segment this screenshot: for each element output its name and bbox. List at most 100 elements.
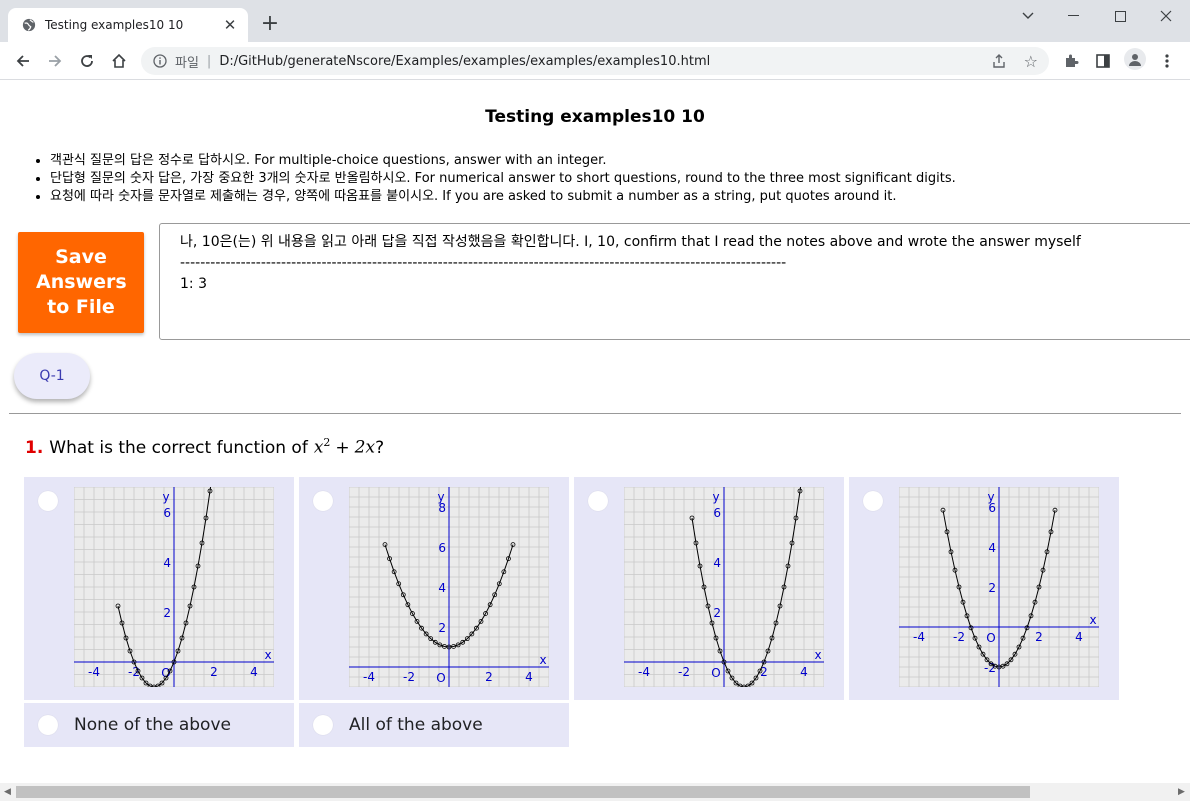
option-radio[interactable] (863, 491, 883, 511)
instruction-item: 객관식 질문의 답은 정수로 답하시오. For multiple-choice… (50, 152, 956, 170)
divider (9, 413, 1181, 414)
math-operator: + (335, 437, 350, 458)
y-tick-label: 6 (713, 506, 721, 520)
scroll-right-icon[interactable]: ▶ (1178, 787, 1185, 797)
option-radio[interactable] (313, 715, 333, 735)
maximize-icon[interactable] (1097, 0, 1143, 32)
option-label: None of the above (74, 715, 231, 735)
x-tick-label: -4 (363, 670, 375, 684)
option-all-of-the-above[interactable]: All of the above (299, 703, 569, 747)
y-tick-label: 6 (163, 506, 171, 520)
answer-line: 나, 10은(는) 위 내용을 읽고 아래 답을 직접 작성했음을 확인합니다.… (180, 234, 1081, 250)
graph-option-1: -4 -2 2 4246xyO (74, 487, 274, 687)
close-icon[interactable]: ✕ (222, 16, 238, 34)
option-radio[interactable] (313, 491, 333, 511)
option-radio[interactable] (38, 715, 58, 735)
origin-label: O (711, 666, 720, 680)
y-tick-label: 2 (438, 621, 446, 635)
sidepanel-icon[interactable] (1089, 48, 1117, 74)
url-text[interactable]: D:/GitHub/generateNscore/Examples/exampl… (219, 54, 710, 69)
forward-icon[interactable] (41, 48, 69, 74)
option-card-2[interactable]: -4 -2 2 4 2 4 6 8 x y O (299, 477, 569, 700)
kebab-menu-icon[interactable] (1153, 48, 1181, 74)
option-none-of-the-above[interactable]: None of the above (24, 703, 294, 747)
tab-title: Testing examples10 10 (45, 18, 184, 32)
option-card-1[interactable]: -4 -2 2 4 2 4 6 x y O (24, 477, 294, 700)
scrollbar-thumb[interactable] (16, 786, 1030, 798)
math-base: x (313, 437, 324, 458)
star-icon[interactable]: ☆ (1024, 52, 1038, 71)
answer-line: 1: 3 (180, 276, 207, 292)
question-math: x2 +2x (314, 436, 375, 458)
option-card-3[interactable]: -4 -2 2 4 2 4 6 x y O (574, 477, 844, 700)
page-content: Testing examples10 10 객관식 질문의 답은 정수로 답하시… (0, 81, 1190, 783)
graph-option-2: -4 -2 2 42468xyO (349, 487, 549, 687)
question-nav-button[interactable]: Q-1 (14, 353, 90, 399)
save-answers-button[interactable]: Save Answers to File (18, 232, 144, 333)
y-tick-label: 4 (438, 581, 446, 595)
x-tick-label: -2 (403, 670, 415, 684)
globe-icon (22, 18, 36, 32)
x-tick-label: -2 (678, 665, 690, 679)
x-tick-label: -4 (638, 665, 650, 679)
x-axis-label: x (264, 648, 271, 662)
address-bar[interactable]: 파일 | D:/GitHub/generateNscore/Examples/e… (141, 47, 1049, 75)
window-close-icon[interactable] (1143, 0, 1189, 32)
plus-icon[interactable]: + (258, 12, 282, 36)
tab-strip: Testing examples10 10 ✕ + (0, 0, 1190, 42)
instruction-item: 단답형 질문의 숫자 답은, 가장 중요한 3개의 숫자로 반올림하시오. Fo… (50, 170, 956, 188)
browser-tab[interactable]: Testing examples10 10 ✕ (8, 8, 248, 42)
y-tick-label: 4 (713, 556, 721, 570)
y-axis-label: y (162, 490, 169, 504)
share-icon[interactable] (991, 53, 1007, 69)
x-tick-label: 2 (1035, 630, 1043, 644)
question-prompt: What is the correct function of (49, 437, 308, 458)
x-axis-label: x (539, 653, 546, 667)
profile-icon[interactable] (1124, 48, 1146, 70)
option-radio[interactable] (38, 491, 58, 511)
info-icon[interactable] (153, 54, 167, 68)
y-tick-label: 2 (713, 606, 721, 620)
x-tick-label: 4 (525, 670, 533, 684)
option-card-4[interactable]: -4 -2 2 4 -2 2 4 6 x y O (849, 477, 1119, 700)
origin-label: O (436, 671, 445, 685)
question-suffix: ? (375, 437, 385, 458)
y-axis-label: y (437, 490, 444, 504)
save-answers-label: Save Answers to File (36, 246, 127, 318)
scroll-left-icon[interactable]: ◀ (4, 787, 11, 797)
url-scheme: 파일 (175, 55, 199, 71)
x-axis-label: x (814, 648, 821, 662)
question-text: 1. What is the correct function of x2 +2x… (25, 436, 384, 458)
y-tick-label: 2 (988, 581, 996, 595)
x-tick-label: -4 (88, 665, 100, 679)
graph-option-4: -4 -2 2 4-2246xyO (899, 487, 1099, 687)
horizontal-scrollbar[interactable]: ◀ ▶ (0, 783, 1190, 801)
x-tick-label: 2 (210, 665, 218, 679)
instructions-list: 객관식 질문의 답은 정수로 답하시오. For multiple-choice… (31, 152, 956, 206)
graph-option-3: -4 -2 2 4246xyO (624, 487, 824, 687)
x-tick-label: -4 (913, 630, 925, 644)
math-term: 2x (354, 437, 376, 458)
option-radio[interactable] (588, 491, 608, 511)
x-tick-label: -2 (953, 630, 965, 644)
extensions-icon[interactable] (1057, 48, 1085, 74)
browser-toolbar: 파일 | D:/GitHub/generateNscore/Examples/e… (0, 42, 1190, 80)
y-tick-label: 4 (988, 541, 996, 555)
x-tick-label: 4 (250, 665, 258, 679)
y-axis-label: y (712, 490, 719, 504)
answer-line: ----------------------------------------… (180, 255, 787, 271)
origin-label: O (986, 631, 995, 645)
x-tick-label: 2 (485, 670, 493, 684)
minimize-icon[interactable] (1051, 0, 1097, 32)
home-icon[interactable] (105, 48, 133, 74)
tab-search-icon[interactable] (1005, 0, 1051, 32)
reload-icon[interactable] (73, 48, 101, 74)
url-divider: | (206, 53, 212, 69)
y-axis-label: y (987, 490, 994, 504)
page-title: Testing examples10 10 (485, 107, 705, 127)
answer-textarea[interactable]: 나, 10은(는) 위 내용을 읽고 아래 답을 직접 작성했음을 확인합니다.… (159, 223, 1190, 340)
y-tick-label: 2 (163, 606, 171, 620)
back-icon[interactable] (9, 48, 37, 74)
y-tick-label: 6 (438, 541, 446, 555)
question-number: 1. (25, 437, 44, 458)
